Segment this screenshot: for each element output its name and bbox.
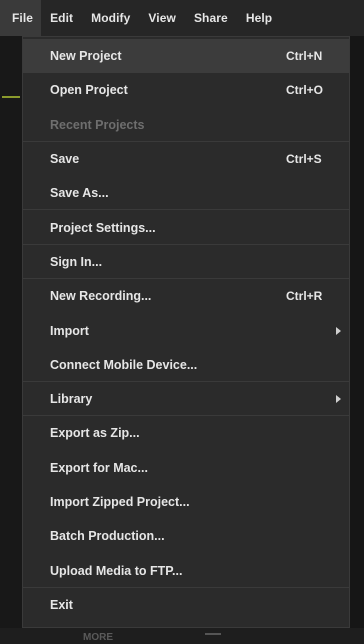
menu-item-upload-media-to-ftp[interactable]: Upload Media to FTP... [23,553,349,589]
menu-item-label: Library [50,392,93,407]
menu-item-label: Recent Projects [50,117,145,132]
menu-item-label: Open Project [50,83,128,98]
background-panel-left [0,36,22,644]
timeline-accent-line [2,96,20,98]
menu-item-label: Exit [50,597,73,612]
menu-item-save[interactable]: Save Ctrl+S [23,142,349,176]
menu-bar: File Edit Modify View Share Help [0,0,364,36]
menu-modify[interactable]: Modify [82,0,139,36]
menu-item-project-settings[interactable]: Project Settings... [23,210,349,246]
menu-item-label: Export as Zip... [50,426,140,441]
menu-item-label: Import [50,323,89,338]
menu-item-label: New Recording... [50,289,152,304]
submenu-arrow-icon [336,395,341,404]
menu-item-import[interactable]: Import [23,313,349,347]
menu-share[interactable]: Share [185,0,237,36]
menu-item-shortcut: Ctrl+R [286,289,323,304]
menu-item-save-as[interactable]: Save As... [23,176,349,211]
menu-item-connect-mobile-device[interactable]: Connect Mobile Device... [23,348,349,383]
menu-item-label: Batch Production... [50,529,165,544]
menu-file[interactable]: File [0,0,42,36]
app-window: File Edit Modify View Share Help MORE Ne… [0,0,364,644]
menu-view[interactable]: View [139,0,185,36]
menu-item-label: Sign In... [50,254,103,269]
menu-item-label: New Project [50,49,122,64]
menu-item-batch-production[interactable]: Batch Production... [23,519,349,553]
menu-item-exit[interactable]: Exit [23,588,349,622]
background-panel-bottom [0,628,364,644]
menu-item-label: Save [50,152,80,167]
menu-item-shortcut: Ctrl+S [286,152,322,167]
file-menu-dropdown: New Project Ctrl+N Open Project Ctrl+O R… [22,36,350,628]
menu-item-label: Upload Media to FTP... [50,563,183,578]
menu-item-label: Connect Mobile Device... [50,357,198,372]
menu-item-label: Export for Mac... [50,460,148,475]
background-bottom-label: MORE [83,632,113,643]
menu-item-shortcut: Ctrl+O [286,83,324,98]
menu-item-recent-projects: Recent Projects [23,108,349,143]
menu-item-label: Import Zipped Project... [50,495,190,509]
menu-item-label: Project Settings... [50,220,156,235]
menu-item-import-zipped-project[interactable]: Import Zipped Project... [23,485,349,519]
background-panel-right [350,36,364,628]
background-bottom-mark [205,633,221,635]
menu-item-export-as-zip[interactable]: Export as Zip... [23,416,349,450]
menu-item-label: Save As... [50,186,109,201]
menu-item-sign-in[interactable]: Sign In... [23,245,349,280]
menu-item-library[interactable]: Library [23,382,349,417]
menu-edit[interactable]: Edit [41,0,82,36]
menu-item-shortcut: Ctrl+N [286,49,323,64]
menu-help[interactable]: Help [237,0,281,36]
submenu-arrow-icon [336,326,341,335]
menu-item-export-for-mac[interactable]: Export for Mac... [23,451,349,485]
menu-item-new-recording[interactable]: New Recording... Ctrl+R [23,279,349,313]
menu-item-new-project[interactable]: New Project Ctrl+N [23,39,349,74]
menu-item-open-project[interactable]: Open Project Ctrl+O [23,73,349,107]
